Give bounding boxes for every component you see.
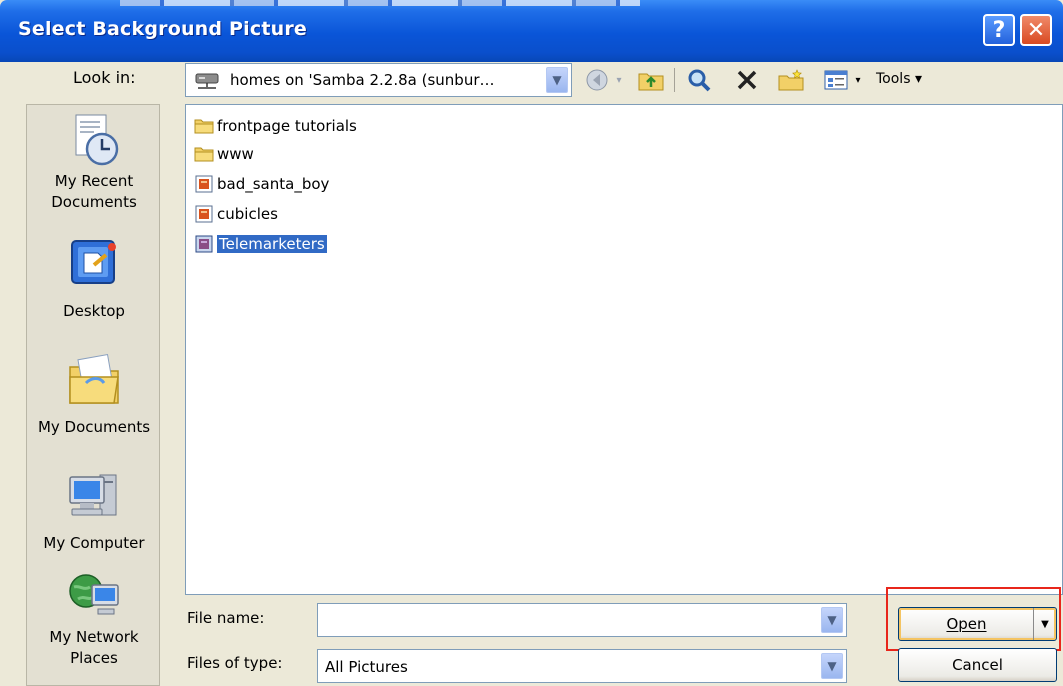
back-dropdown[interactable]: ▾ bbox=[612, 66, 626, 94]
files-of-type-value: All Pictures bbox=[325, 658, 408, 676]
file-name-text: Telemarketers bbox=[217, 235, 327, 253]
folder-icon bbox=[194, 119, 214, 134]
look-in-combobox[interactable]: homes on 'Samba 2.2.8a (sunbur… ▼ bbox=[185, 63, 572, 97]
chevron-down-icon: ▼ bbox=[552, 73, 562, 87]
desktop-icon bbox=[71, 240, 116, 284]
delete-x-icon bbox=[737, 70, 757, 90]
search-web-button[interactable] bbox=[682, 66, 716, 94]
place-my-network-places[interactable]: My Network Places bbox=[27, 569, 161, 669]
cancel-button[interactable]: Cancel bbox=[898, 648, 1057, 682]
list-item-image-selected[interactable]: Telemarketers bbox=[194, 231, 327, 257]
back-arrow-icon bbox=[586, 69, 608, 91]
chevron-down-icon: ▼ bbox=[827, 613, 837, 627]
open-button-label: Open bbox=[946, 615, 987, 633]
open-options-dropdown[interactable]: ▼ bbox=[1033, 608, 1056, 640]
files-of-type-combobox[interactable]: All Pictures ▼ bbox=[317, 649, 847, 683]
help-button[interactable]: ? bbox=[983, 14, 1015, 46]
search-icon bbox=[688, 69, 711, 92]
title-bar[interactable]: Select Background Picture ? ✕ bbox=[0, 0, 1063, 62]
place-label: My Network bbox=[49, 628, 139, 646]
select-background-picture-dialog: Select Background Picture ? ✕ Look in: h… bbox=[0, 0, 1063, 686]
place-label: My Documents bbox=[37, 418, 151, 436]
list-item-image[interactable]: bad_santa_boy bbox=[194, 171, 329, 197]
file-list[interactable]: frontpage tutorials www bad_santa_boy cu… bbox=[185, 104, 1063, 595]
place-desktop[interactable]: Desktop bbox=[27, 235, 161, 322]
toolbar-divider bbox=[672, 66, 676, 94]
background-window-strip bbox=[120, 0, 640, 6]
tools-menu[interactable]: Tools ▾ bbox=[876, 71, 922, 87]
chevron-down-icon: ▾ bbox=[855, 74, 861, 86]
file-name-input[interactable] bbox=[320, 606, 820, 634]
file-name-label: File name: bbox=[187, 609, 265, 627]
my-computer-icon bbox=[69, 474, 117, 516]
new-folder-icon bbox=[778, 69, 804, 91]
cancel-button-label: Cancel bbox=[952, 656, 1003, 674]
look-in-value: homes on 'Samba 2.2.8a (sunbur… bbox=[230, 71, 495, 89]
folder-icon bbox=[194, 147, 214, 162]
views-icon bbox=[824, 70, 848, 90]
open-button[interactable]: Open ▼ bbox=[898, 607, 1057, 641]
place-my-documents[interactable]: My Documents bbox=[27, 351, 161, 438]
look-in-dropdown-arrow[interactable]: ▼ bbox=[546, 67, 568, 93]
back-button[interactable] bbox=[582, 66, 612, 94]
create-new-folder-button[interactable] bbox=[775, 66, 807, 94]
file-name-text: bad_santa_boy bbox=[217, 175, 330, 193]
place-label: Documents bbox=[51, 193, 137, 211]
place-label: My Recent bbox=[54, 172, 134, 190]
files-of-type-dropdown-arrow[interactable]: ▼ bbox=[821, 653, 843, 679]
views-button[interactable] bbox=[820, 66, 852, 94]
image-file-icon bbox=[195, 205, 213, 223]
place-my-computer[interactable]: My Computer bbox=[27, 467, 161, 554]
file-name-text: frontpage tutorials bbox=[217, 117, 357, 135]
network-drive-icon bbox=[195, 73, 219, 89]
list-item-folder[interactable]: frontpage tutorials bbox=[194, 113, 357, 139]
recent-documents-icon bbox=[75, 114, 119, 166]
file-name-text: www bbox=[217, 145, 254, 163]
close-icon: ✕ bbox=[1026, 17, 1046, 43]
up-one-level-button[interactable] bbox=[634, 66, 668, 94]
my-documents-icon bbox=[69, 354, 119, 404]
place-label: My Computer bbox=[43, 534, 145, 552]
file-name-dropdown-arrow[interactable]: ▼ bbox=[821, 607, 843, 633]
chevron-down-icon: ▼ bbox=[1041, 618, 1049, 630]
place-my-recent-documents[interactable]: My Recent Documents bbox=[27, 111, 161, 213]
list-item-folder[interactable]: www bbox=[194, 141, 254, 167]
place-label: Desktop bbox=[63, 302, 125, 320]
places-bar: My Recent Documents Desktop My Documents bbox=[26, 104, 160, 686]
place-label: Places bbox=[70, 649, 118, 667]
chevron-down-icon: ▾ bbox=[616, 74, 622, 86]
look-in-label: Look in: bbox=[73, 68, 136, 87]
delete-button[interactable] bbox=[732, 66, 762, 94]
network-places-icon bbox=[69, 574, 119, 615]
up-folder-icon bbox=[638, 73, 664, 91]
file-name-combobox[interactable]: ▼ bbox=[317, 603, 847, 637]
views-dropdown[interactable]: ▾ bbox=[852, 66, 864, 94]
file-name-text: cubicles bbox=[217, 205, 278, 223]
close-button[interactable]: ✕ bbox=[1020, 14, 1052, 46]
dialog-title: Select Background Picture bbox=[18, 18, 307, 40]
image-file-icon bbox=[195, 175, 213, 193]
files-of-type-label: Files of type: bbox=[187, 654, 283, 672]
list-item-image[interactable]: cubicles bbox=[194, 201, 278, 227]
image-file-icon bbox=[195, 235, 213, 253]
help-icon: ? bbox=[992, 17, 1006, 43]
chevron-down-icon: ▼ bbox=[827, 659, 837, 673]
